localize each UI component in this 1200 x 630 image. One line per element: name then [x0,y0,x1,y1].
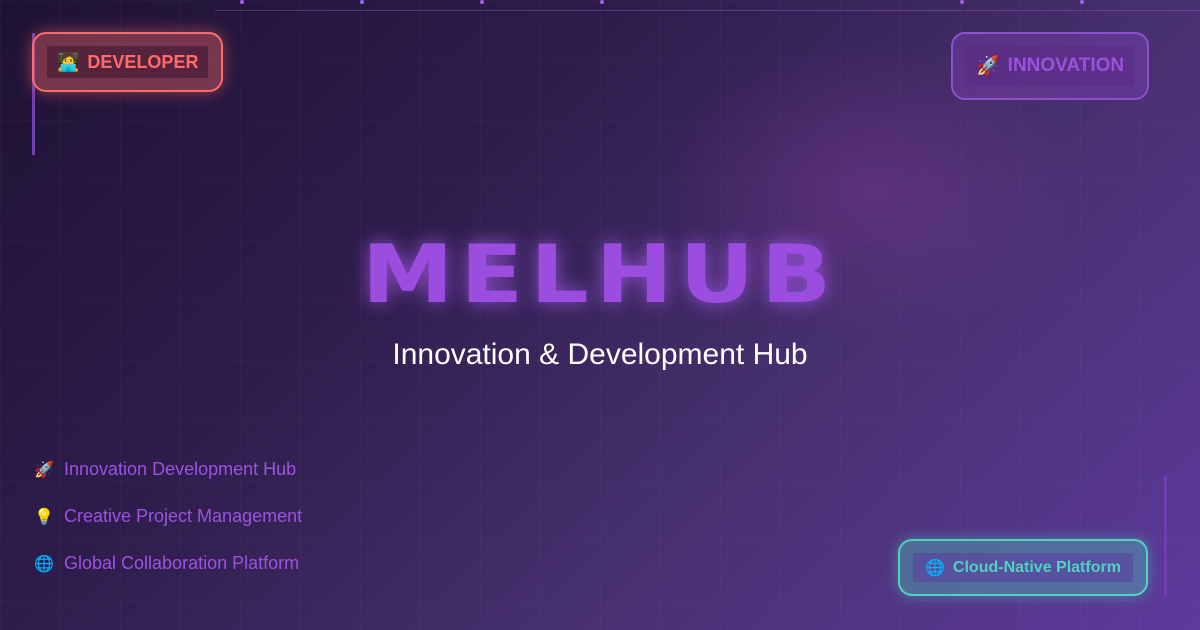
rocket-icon: 🚀 [976,56,1000,77]
developer-badge: 🧑‍💻 DEVELOPER [32,32,224,92]
globe-icon: 🌐 [925,559,945,577]
feature-label: Creative Project Management [64,506,303,526]
technologist-icon: 🧑‍💻 [57,51,80,72]
decor-dot [600,0,604,4]
badge-label: Cloud-Native Platform [952,558,1121,576]
list-item: 🚀 Innovation Development Hub [34,446,302,493]
list-item: 🌐 Global Collaboration Platform [34,540,302,587]
innovation-badge: 🚀 INNOVATION [951,32,1150,100]
decor-dot [1080,0,1084,4]
decor-dot [240,0,244,4]
decor-line [1164,475,1167,597]
cloud-badge: 🌐 Cloud-Native Platform [898,539,1148,596]
lightbulb-icon: 💡 [34,508,54,526]
decor-dot [960,0,964,4]
decor-dot [360,0,364,4]
feature-label: Global Collaboration Platform [64,553,300,573]
badge-label: INNOVATION [1007,55,1125,76]
globe-icon: 🌐 [34,555,54,573]
feature-label: Innovation Development Hub [64,459,297,479]
rocket-icon: 🚀 [34,461,54,479]
top-divider [215,10,1200,11]
decor-dot [480,0,484,4]
hero-title: MELHUB [361,228,839,321]
feature-list: 🚀 Innovation Development Hub 💡 Creative Pr… [34,446,302,587]
list-item: 💡 Creative Project Management [34,493,302,540]
hero-subtitle: Innovation & Development Hub [392,338,808,371]
badge-label: DEVELOPER [87,51,199,72]
